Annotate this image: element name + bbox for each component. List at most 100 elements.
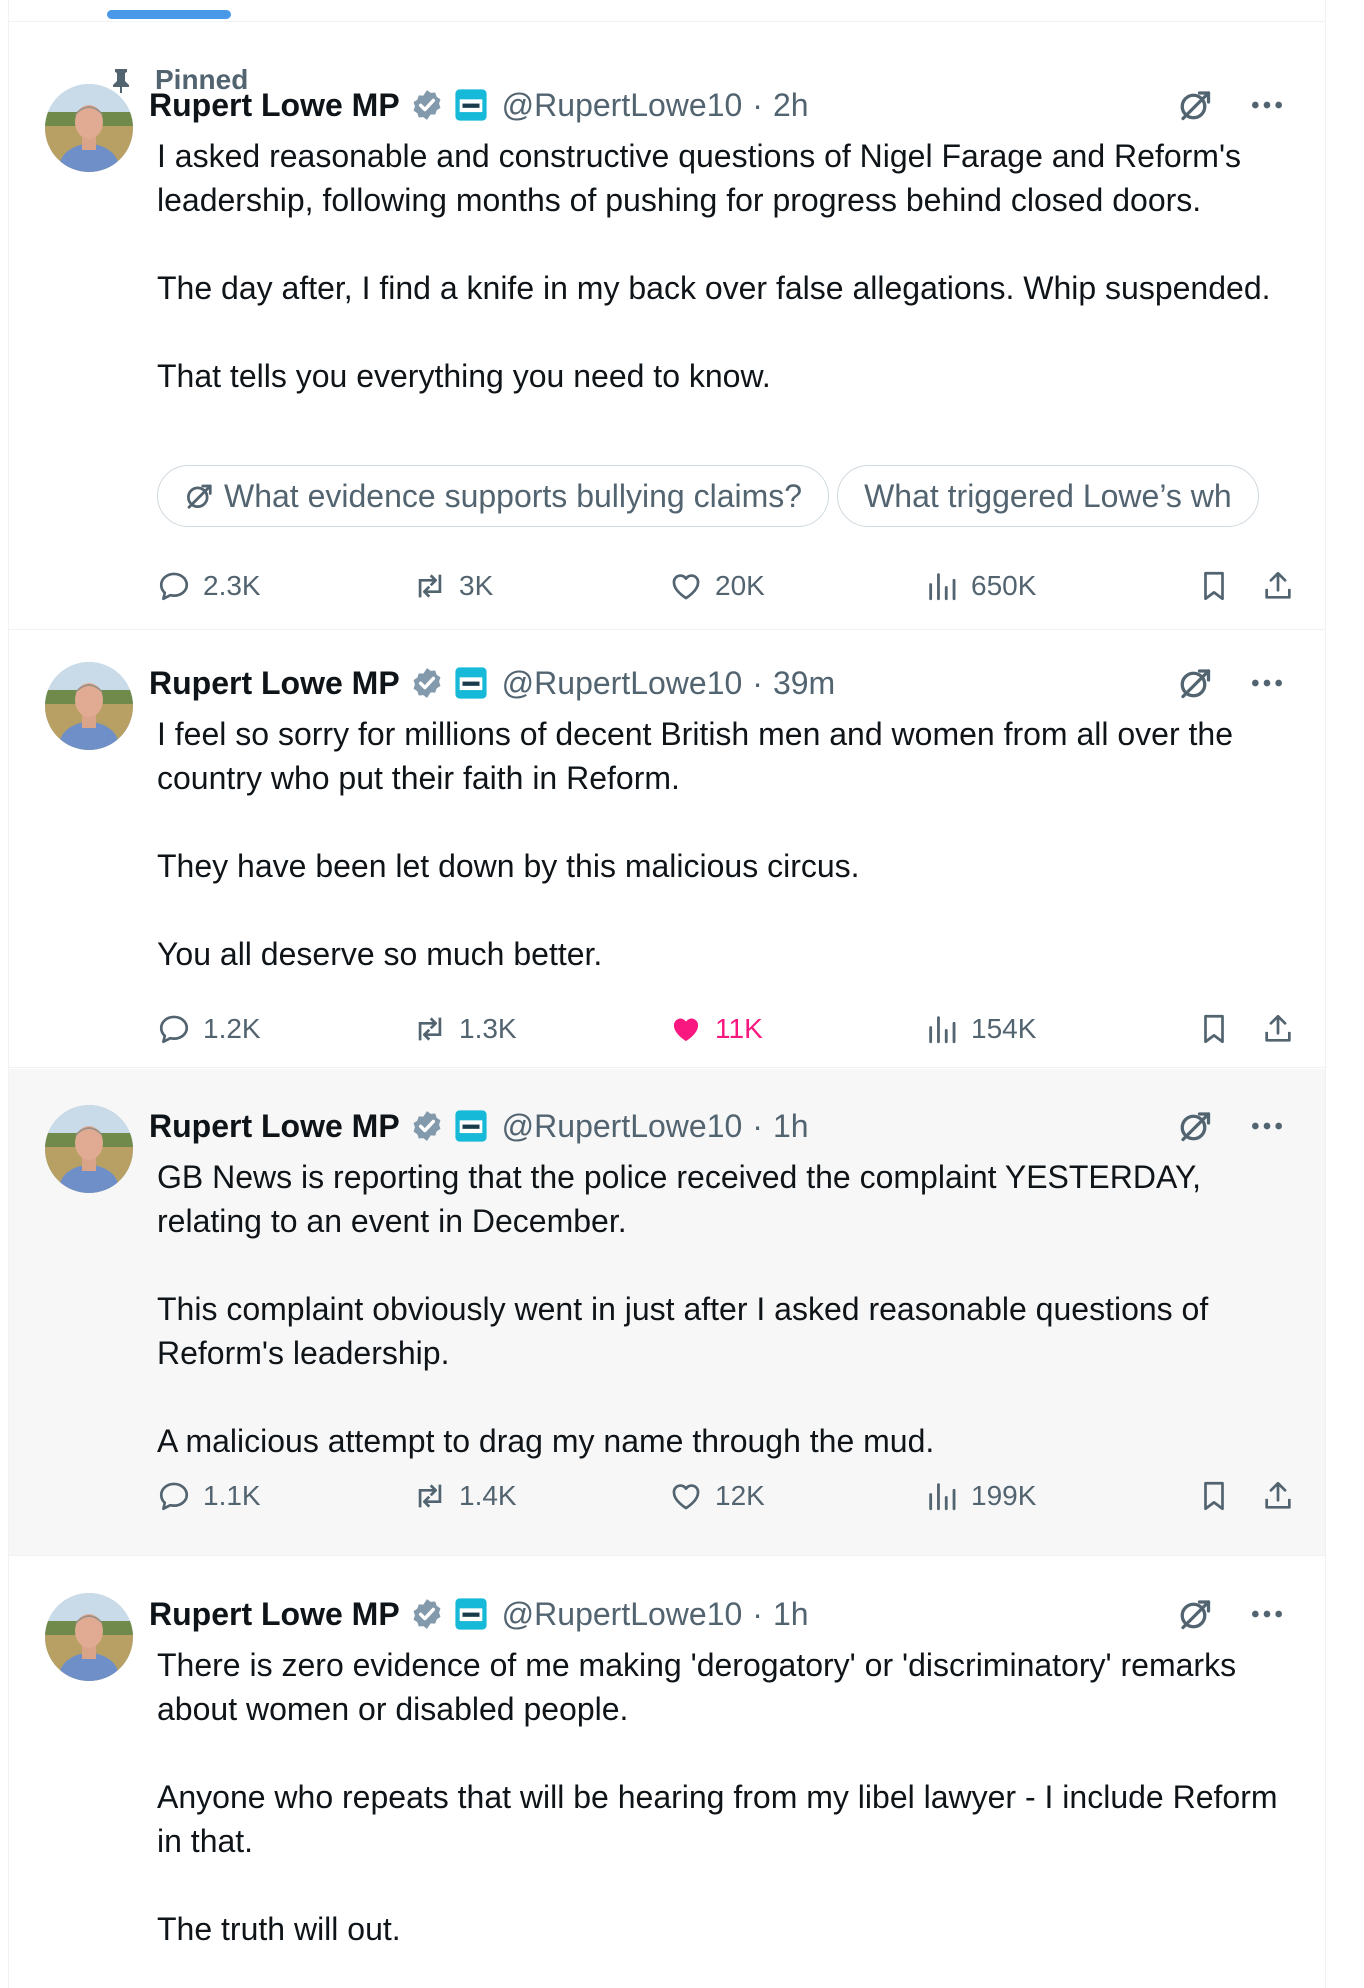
reply-button[interactable]: 1.1K xyxy=(157,1471,261,1521)
active-tab-indicator xyxy=(107,10,231,19)
tweet-time[interactable]: 1h xyxy=(773,1108,809,1145)
share-button[interactable] xyxy=(1261,561,1295,611)
like-count: 12K xyxy=(715,1480,765,1511)
reply-icon xyxy=(157,1012,191,1046)
tweet-header: Rupert Lowe MP @RupertLowe10 · 2h xyxy=(149,81,1301,129)
grok-icon xyxy=(184,481,214,511)
repost-icon xyxy=(413,569,447,603)
tweet-time[interactable]: 1h xyxy=(773,1596,809,1633)
verified-badge-icon[interactable] xyxy=(410,1109,444,1143)
reform-affiliate-badge-icon[interactable] xyxy=(454,666,488,700)
reply-button[interactable]: 1.2K xyxy=(157,1004,261,1054)
views-bar-chart-icon xyxy=(925,569,959,603)
author-name[interactable]: Rupert Lowe MP xyxy=(149,87,400,124)
bookmark-button[interactable] xyxy=(1197,561,1231,611)
bookmark-icon xyxy=(1197,569,1231,603)
views-button[interactable]: 199K xyxy=(925,1471,1036,1521)
tweet-actions: 2.3K 3K 20K 650K xyxy=(157,561,1303,611)
like-button[interactable]: 12K xyxy=(669,1471,765,1521)
reply-icon xyxy=(157,569,191,603)
author-handle[interactable]: @RupertLowe10 xyxy=(502,1108,743,1145)
tweet-actions: 1.2K 1.3K 11K 154K xyxy=(157,1004,1303,1054)
bookmark-icon xyxy=(1197,1479,1231,1513)
repost-button[interactable]: 1.3K xyxy=(413,1004,517,1054)
grok-icon[interactable] xyxy=(1177,87,1213,123)
author-handle[interactable]: @RupertLowe10 xyxy=(502,1596,743,1633)
author-handle[interactable]: @RupertLowe10 xyxy=(502,87,743,124)
share-button[interactable] xyxy=(1261,1004,1295,1054)
tweet[interactable]: Rupert Lowe MP @RupertLowe10 · 1h GB New… xyxy=(9,1069,1325,1556)
verified-badge-icon[interactable] xyxy=(410,666,444,700)
tweet-paragraph: This complaint obviously went in just af… xyxy=(157,1291,1209,1371)
share-icon xyxy=(1261,1479,1295,1513)
verified-badge-icon[interactable] xyxy=(410,88,444,122)
tweet-paragraph: You all deserve so much better. xyxy=(157,936,603,972)
tweet-paragraph: Anyone who repeats that will be hearing … xyxy=(157,1779,1278,1859)
tweet-text: I asked reasonable and constructive ques… xyxy=(157,134,1295,398)
timeline-column: Pinned Rupert Lowe MP @RupertLowe10 · 2h… xyxy=(8,0,1326,1988)
verified-badge-icon[interactable] xyxy=(410,1597,444,1631)
like-button[interactable]: 11K xyxy=(669,1004,763,1054)
reform-affiliate-badge-icon[interactable] xyxy=(454,1109,488,1143)
repost-button[interactable]: 1.4K xyxy=(413,1471,517,1521)
reply-button[interactable]: 2.3K xyxy=(157,561,261,611)
tweet-paragraph: There is zero evidence of me making 'der… xyxy=(157,1647,1237,1727)
more-dots-icon[interactable] xyxy=(1247,85,1287,125)
author-name[interactable]: Rupert Lowe MP xyxy=(149,1108,400,1145)
avatar[interactable] xyxy=(45,662,133,750)
tweet[interactable]: Rupert Lowe MP @RupertLowe10 · 39m I fee… xyxy=(9,631,1325,1068)
repost-count: 1.3K xyxy=(459,1013,517,1044)
repost-button[interactable]: 3K xyxy=(413,561,493,611)
share-button[interactable] xyxy=(1261,1471,1295,1521)
tweet-paragraph: The truth will out. xyxy=(157,1911,401,1947)
share-icon xyxy=(1261,569,1295,603)
views-button[interactable]: 154K xyxy=(925,1004,1036,1054)
heart-icon xyxy=(669,569,703,603)
tweet-header: Rupert Lowe MP @RupertLowe10 · 39m xyxy=(149,659,1301,707)
tweet-pinned[interactable]: Pinned Rupert Lowe MP @RupertLowe10 · 2h… xyxy=(9,22,1325,630)
bookmark-button[interactable] xyxy=(1197,1004,1231,1054)
tweet-time[interactable]: 2h xyxy=(773,87,809,124)
avatar[interactable] xyxy=(45,1593,133,1681)
reply-icon xyxy=(157,1479,191,1513)
grok-icon[interactable] xyxy=(1177,1596,1213,1632)
tweet-paragraph: I feel so sorry for millions of decent B… xyxy=(157,716,1233,796)
separator-dot: · xyxy=(752,86,763,123)
grok-suggestion-chip[interactable]: What evidence supports bullying claims? xyxy=(157,465,830,527)
tweet-paragraph: A malicious attempt to drag my name thro… xyxy=(157,1423,935,1459)
like-button[interactable]: 20K xyxy=(669,561,765,611)
reform-affiliate-badge-icon[interactable] xyxy=(454,1597,488,1631)
more-dots-icon[interactable] xyxy=(1247,1106,1287,1146)
grok-suggestion-chip[interactable]: What triggered Lowe’s wh xyxy=(837,465,1259,527)
grok-suggestion-chips: What evidence supports bullying claims? … xyxy=(157,465,1295,531)
heart-filled-icon xyxy=(669,1012,703,1046)
separator-dot: · xyxy=(752,664,763,701)
avatar[interactable] xyxy=(45,1105,133,1193)
reform-affiliate-badge-icon[interactable] xyxy=(454,88,488,122)
author-name[interactable]: Rupert Lowe MP xyxy=(149,665,400,702)
tweet-actions: 1.1K 1.4K 12K 199K xyxy=(157,1471,1303,1521)
tweet-time[interactable]: 39m xyxy=(773,665,835,702)
share-icon xyxy=(1261,1012,1295,1046)
repost-icon xyxy=(413,1479,447,1513)
tweet-header: Rupert Lowe MP @RupertLowe10 · 1h xyxy=(149,1590,1301,1638)
author-handle[interactable]: @RupertLowe10 xyxy=(502,665,743,702)
bookmark-button[interactable] xyxy=(1197,1471,1231,1521)
reply-count: 2.3K xyxy=(203,570,261,601)
more-dots-icon[interactable] xyxy=(1247,1594,1287,1634)
grok-icon[interactable] xyxy=(1177,1108,1213,1144)
avatar[interactable] xyxy=(45,84,133,172)
separator-dot: · xyxy=(752,1595,763,1632)
more-dots-icon[interactable] xyxy=(1247,663,1287,703)
repost-count: 3K xyxy=(459,570,494,601)
reply-count: 1.1K xyxy=(203,1480,261,1511)
views-button[interactable]: 650K xyxy=(925,561,1036,611)
author-name[interactable]: Rupert Lowe MP xyxy=(149,1596,400,1633)
repost-count: 1.4K xyxy=(459,1480,517,1511)
tweet-text: I feel so sorry for millions of decent B… xyxy=(157,712,1295,976)
grok-icon[interactable] xyxy=(1177,665,1213,701)
tweet-paragraph: That tells you everything you need to kn… xyxy=(157,358,771,394)
bookmark-icon xyxy=(1197,1012,1231,1046)
tweet[interactable]: Rupert Lowe MP @RupertLowe10 · 1h There … xyxy=(9,1557,1325,1988)
like-count: 20K xyxy=(715,570,765,601)
